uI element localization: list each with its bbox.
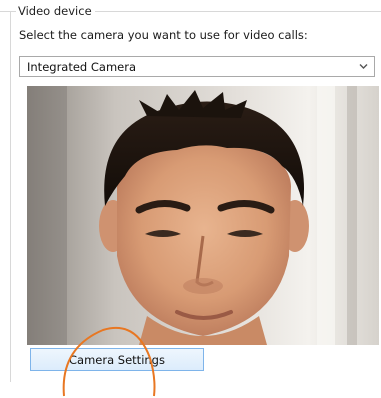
video-device-group-label: Video device xyxy=(16,3,95,19)
camera-settings-button-label: Camera Settings xyxy=(69,353,165,367)
group-box-border-left xyxy=(10,11,11,382)
camera-preview-image xyxy=(27,86,379,345)
camera-preview xyxy=(27,86,379,345)
chevron-down-icon xyxy=(359,64,368,69)
camera-settings-button[interactable]: Camera Settings xyxy=(30,348,204,371)
camera-dropdown[interactable]: Integrated Camera xyxy=(19,56,375,77)
camera-select-prompt: Select the camera you want to use for vi… xyxy=(19,28,308,42)
camera-dropdown-value: Integrated Camera xyxy=(27,60,137,74)
